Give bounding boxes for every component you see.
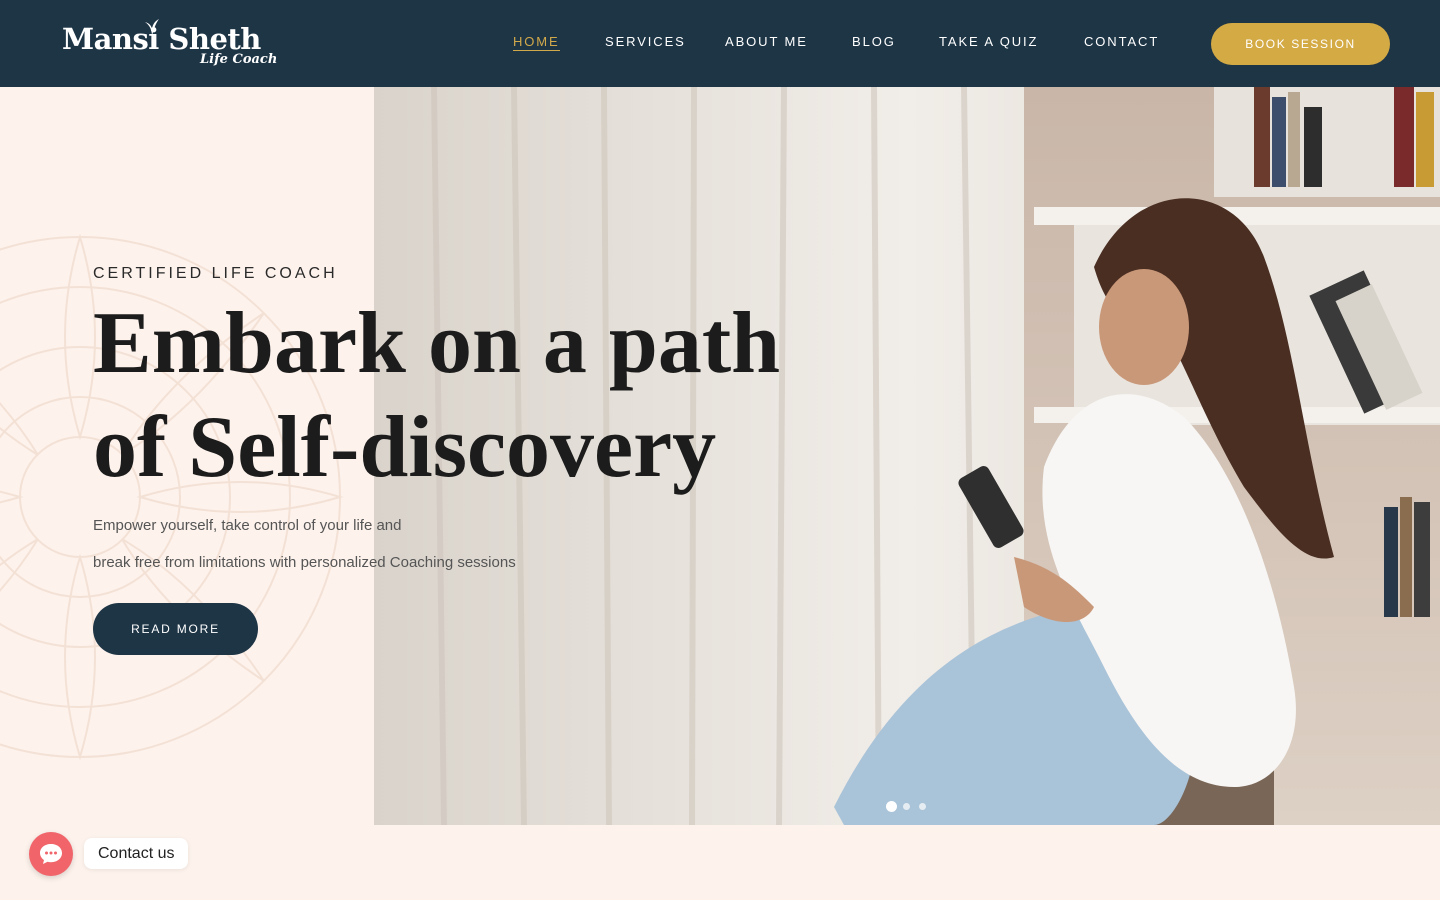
chat-button[interactable] <box>29 832 73 876</box>
site-header: Mansi Sheth Life Coach HOME SERVICES ABO… <box>0 0 1440 87</box>
nav-contact[interactable]: CONTACT <box>1084 34 1159 49</box>
nav-take-a-quiz[interactable]: TAKE A QUIZ <box>939 34 1038 49</box>
nav-home[interactable]: HOME <box>513 34 560 51</box>
hero-subtext-line1: Empower yourself, take control of your l… <box>93 517 402 534</box>
leaf-icon <box>145 19 159 36</box>
page-bottom-band <box>0 825 1440 900</box>
chat-bubble-icon <box>40 844 62 864</box>
hero-subtext-line2: break free from limitations with persona… <box>93 554 516 571</box>
slider-dot-3[interactable] <box>919 803 926 810</box>
nav-services[interactable]: SERVICES <box>605 34 686 49</box>
logo[interactable]: Mansi Sheth Life Coach <box>62 16 277 76</box>
slider-dot-1[interactable] <box>886 801 897 812</box>
chat-label[interactable]: Contact us <box>84 838 189 869</box>
nav-about-me[interactable]: ABOUT ME <box>725 34 808 49</box>
read-more-button[interactable]: READ MORE <box>93 603 258 655</box>
slider-dot-2[interactable] <box>903 803 910 810</box>
logo-tagline: Life Coach <box>200 52 278 67</box>
hero-eyebrow: CERTIFIED LIFE COACH <box>93 265 338 282</box>
book-session-button[interactable]: BOOK SESSION <box>1211 23 1390 65</box>
hero-headline: Embark on a path of Self-discovery <box>93 295 781 496</box>
nav-blog[interactable]: BLOG <box>852 34 896 49</box>
